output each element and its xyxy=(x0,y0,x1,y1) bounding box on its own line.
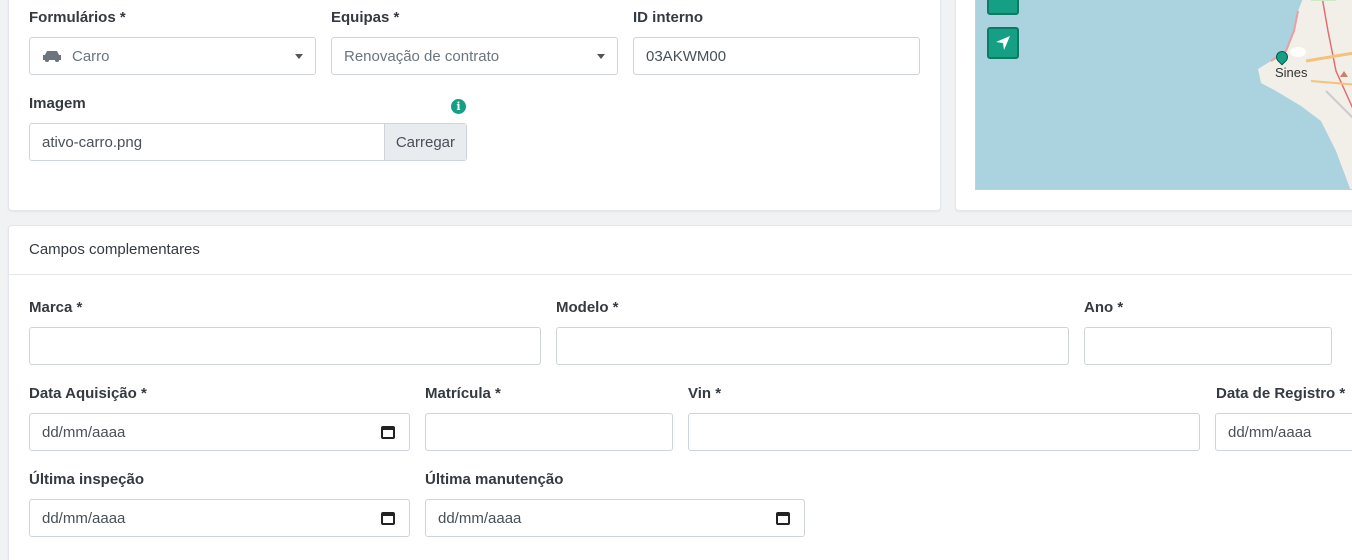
matricula-input[interactable] xyxy=(425,413,673,451)
navigate-button[interactable] xyxy=(987,27,1019,59)
equipas-label: Equipas * xyxy=(331,9,400,26)
data-aquisicao-label: Data Aquisição * xyxy=(29,385,147,402)
vin-label: Vin * xyxy=(688,385,722,402)
imagem-filename: ativo-carro.png xyxy=(42,133,143,151)
id-interno-label: ID interno xyxy=(633,9,703,26)
data-registro-label: Data de Registro * xyxy=(1216,385,1346,402)
chevron-down-icon xyxy=(597,54,605,59)
ano-label: Ano * xyxy=(1084,299,1124,316)
equipas-value: Renovação de contrato xyxy=(344,47,500,65)
calendar-icon[interactable] xyxy=(381,512,395,525)
imagem-file-input[interactable]: ativo-carro.png Carregar xyxy=(29,123,467,161)
modelo-label: Modelo * xyxy=(556,299,619,316)
id-interno-value: 03AKWM00 xyxy=(646,47,727,65)
id-interno-input[interactable]: 03AKWM00 xyxy=(633,37,920,75)
formularios-select[interactable]: Carro xyxy=(29,37,316,75)
formularios-label: Formulários * xyxy=(29,9,126,26)
data-aquisicao-input[interactable]: dd/mm/aaaa xyxy=(29,413,410,451)
map-place-label: Sines xyxy=(1275,65,1308,80)
navigation-arrow-icon xyxy=(996,36,1010,50)
ultima-inspecao-placeholder: dd/mm/aaaa xyxy=(42,509,126,527)
upload-button[interactable]: Carregar xyxy=(383,124,466,160)
imagem-label: Imagem xyxy=(29,95,86,112)
data-registro-input[interactable]: dd/mm/aaaa xyxy=(1215,413,1352,451)
matricula-label: Matrícula * xyxy=(425,385,501,402)
calendar-icon[interactable] xyxy=(776,512,790,525)
data-registro-placeholder: dd/mm/aaaa xyxy=(1228,423,1312,441)
calendar-icon[interactable] xyxy=(381,426,395,439)
chevron-down-icon xyxy=(295,54,303,59)
modelo-input[interactable] xyxy=(556,327,1069,365)
map-land xyxy=(1258,0,1352,189)
vin-input[interactable] xyxy=(688,413,1200,451)
map-view[interactable]: Sines xyxy=(975,0,1352,190)
map-tool-button[interactable] xyxy=(987,0,1019,15)
ultima-manutencao-label: Última manutenção xyxy=(425,471,564,488)
marca-label: Marca * xyxy=(29,299,83,316)
info-icon[interactable]: i xyxy=(451,99,466,114)
marca-input[interactable] xyxy=(29,327,541,365)
ultima-manutencao-placeholder: dd/mm/aaaa xyxy=(438,509,522,527)
ultima-manutencao-input[interactable]: dd/mm/aaaa xyxy=(425,499,805,537)
section-title: Campos complementares xyxy=(9,226,1352,275)
car-icon xyxy=(42,49,62,63)
ultima-inspecao-input[interactable]: dd/mm/aaaa xyxy=(29,499,410,537)
asset-details-card xyxy=(8,0,941,211)
ano-input[interactable] xyxy=(1084,327,1332,365)
ultima-inspecao-label: Última inspeção xyxy=(29,471,145,488)
equipas-select[interactable]: Renovação de contrato xyxy=(331,37,618,75)
data-aquisicao-placeholder: dd/mm/aaaa xyxy=(42,423,126,441)
formularios-value: Carro xyxy=(72,47,110,65)
